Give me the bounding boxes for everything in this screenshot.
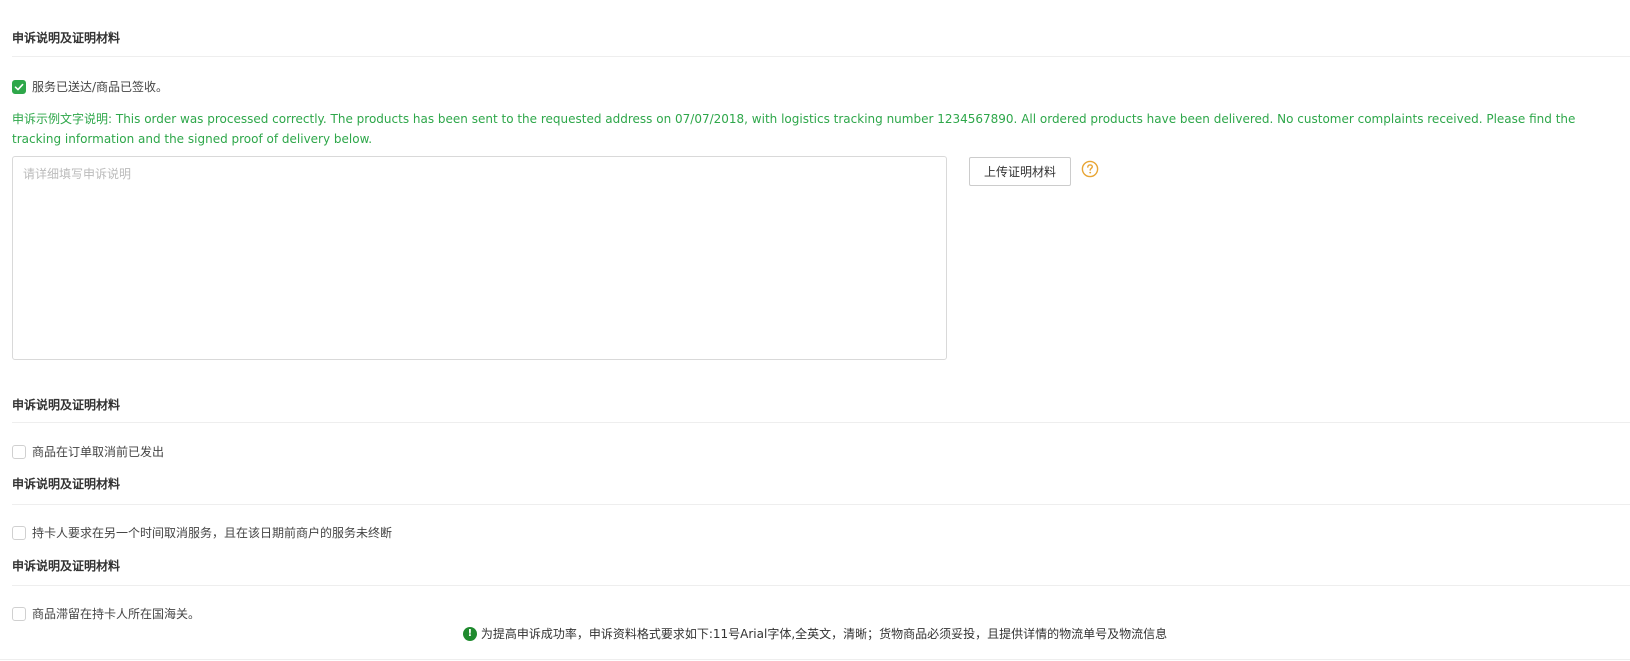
checkbox-delivered[interactable] [12, 79, 26, 94]
checkbox-row-customs[interactable]: 商品滞留在持卡人所在国海关。 [12, 605, 200, 622]
checkbox-row-cancel-other-time[interactable]: 持卡人要求在另一个时间取消服务，且在该日期前商户的服务未终断 [12, 524, 392, 541]
section-title-3: 申诉说明及证明材料 [12, 477, 121, 491]
checkbox-label-customs: 商品滞留在持卡人所在国海关。 [32, 607, 201, 621]
checkbox-shipped-before-cancel[interactable] [12, 444, 26, 459]
section-title-2: 申诉说明及证明材料 [12, 398, 121, 412]
checkbox-row-shipped-before-cancel[interactable]: 商品在订单取消前已发出 [12, 443, 164, 460]
appeal-description-textarea[interactable] [12, 156, 947, 360]
example-prefix: 申诉示例文字说明: [12, 112, 113, 126]
section-divider-1 [12, 56, 1630, 57]
checkbox-cancel-other-time[interactable] [12, 525, 26, 540]
checkbox-label-shipped-before-cancel: 商品在订单取消前已发出 [32, 445, 165, 459]
example-body: This order was processed correctly. The … [12, 112, 1576, 146]
example-explanation: 申诉示例文字说明: This order was processed corre… [12, 109, 1612, 149]
section-divider-2 [12, 422, 1630, 423]
notice-text: 为提高申诉成功率，申诉资料格式要求如下:11号Arial字体,全英文，清晰；货物… [480, 627, 1168, 641]
question-circle-icon[interactable] [1081, 160, 1099, 178]
appeal-form: 申诉说明及证明材料 服务已送达/商品已签收。 申诉示例文字说明: This or… [0, 0, 1630, 661]
checkmark-icon [14, 83, 24, 90]
upload-evidence-button[interactable]: 上传证明材料 [969, 157, 1071, 186]
checkbox-customs[interactable] [12, 606, 26, 621]
bottom-divider [0, 659, 1630, 660]
exclamation-circle-icon: ! [462, 626, 477, 641]
checkbox-row-delivered[interactable]: 服务已送达/商品已签收。 [12, 78, 168, 95]
section-divider-3 [12, 504, 1630, 505]
format-notice: ! 为提高申诉成功率，申诉资料格式要求如下:11号Arial字体,全英文，清晰；… [0, 625, 1630, 642]
checkbox-label-delivered: 服务已送达/商品已签收。 [32, 80, 169, 94]
checkbox-label-cancel-other-time: 持卡人要求在另一个时间取消服务，且在该日期前商户的服务未终断 [32, 526, 393, 540]
section-divider-4 [12, 585, 1630, 586]
section-title-4: 申诉说明及证明材料 [12, 559, 121, 573]
section-title-1: 申诉说明及证明材料 [12, 31, 121, 45]
